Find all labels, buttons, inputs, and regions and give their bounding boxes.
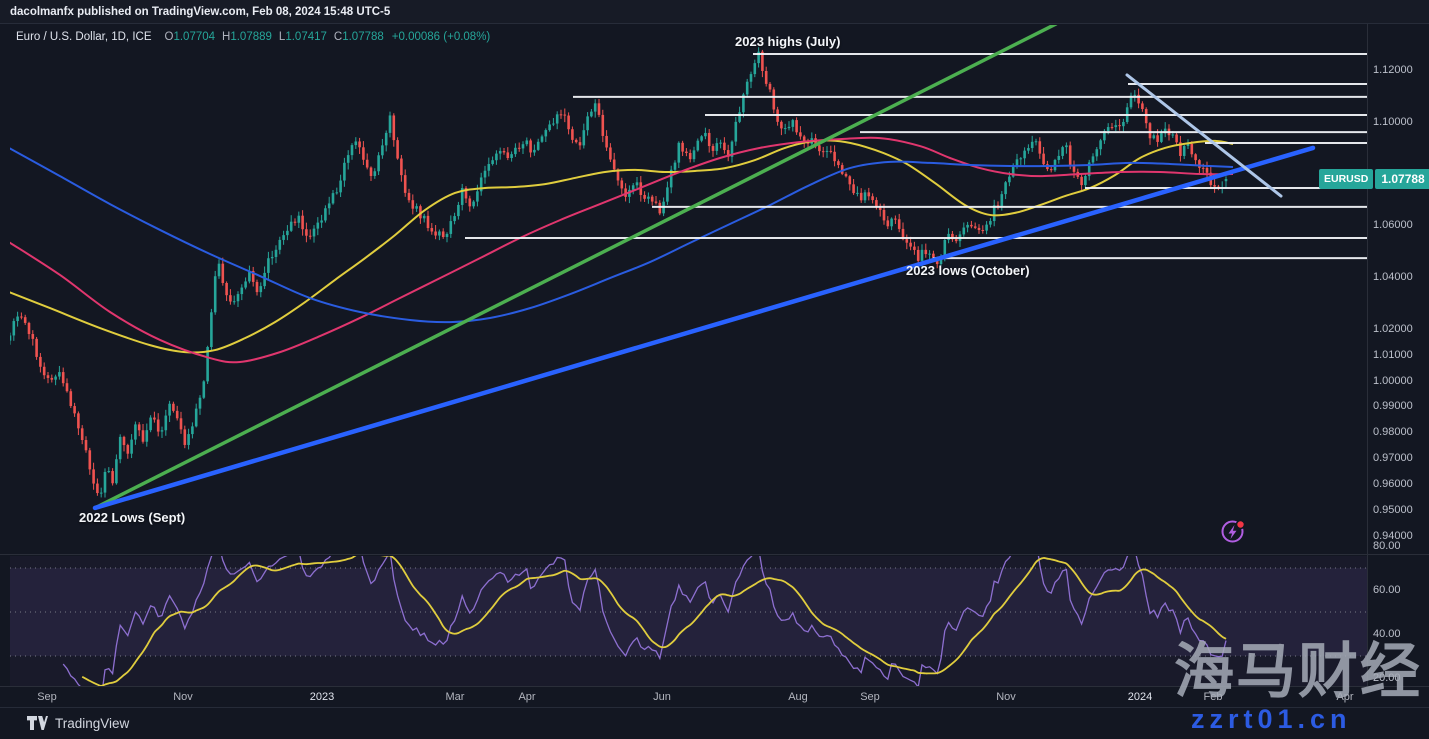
time-axis-label: Sep (860, 687, 880, 707)
price-axis-label: 0.99000 (1373, 400, 1413, 412)
chart-annotation: 2023 lows (October) (906, 263, 1030, 278)
price-axis-label: 0.95000 (1373, 504, 1413, 516)
chart-canvas[interactable]: Euro / U.S. Dollar, 1D, ICEO1.07704H1.07… (0, 0, 1429, 739)
time-axis-label: Nov (996, 687, 1016, 707)
last-price-tag: EURUSD 1.07788 (1319, 169, 1429, 189)
chart-annotation: 2023 highs (July) (735, 34, 840, 49)
chart-canvas-svg (0, 0, 1429, 739)
tradingview-logo-text[interactable]: TradingView (55, 716, 129, 731)
price-axis-label: 1.12000 (1373, 64, 1413, 76)
sma-slow-blue-line (9, 148, 1233, 322)
publish-line: dacolmanfx published on TradingView.com,… (10, 6, 390, 18)
ohlc-value-H: 1.07889 (230, 31, 272, 43)
price-axis-label: 1.04000 (1373, 271, 1413, 283)
time-axis-label: Apr (518, 687, 535, 707)
ohlc-key-C: C (334, 31, 342, 43)
lightning-icon-glyph (1219, 517, 1247, 545)
time-axis-label: Aug (788, 687, 808, 707)
publish-header: dacolmanfx published on TradingView.com,… (0, 0, 1429, 24)
time-axis-label: Sep (37, 687, 57, 707)
time-axis-label: Mar (446, 687, 465, 707)
time-axis-label: Nov (173, 687, 193, 707)
price-badge: 1.07788 (1375, 169, 1429, 189)
symbol-legend: Euro / U.S. Dollar, 1D, ICEO1.07704H1.07… (16, 31, 490, 43)
symbol-title: Euro / U.S. Dollar, 1D, ICE (16, 31, 152, 43)
watermark-url: zzrt01.cn (1191, 705, 1352, 735)
ohlc-values: O1.07704H1.07889L1.07417C1.07788 (158, 31, 384, 43)
change-value: +0.00086 (+0.08%) (392, 31, 490, 43)
tradingview-logo-icon[interactable] (27, 716, 48, 731)
ohlc-value-O: 1.07704 (173, 31, 215, 43)
price-axis-label: 1.01000 (1373, 349, 1413, 361)
lightning-icon[interactable] (1219, 517, 1247, 545)
time-axis-label: Jun (653, 687, 671, 707)
time-axis-label: 2023 (310, 687, 334, 707)
price-axis-label: 0.96000 (1373, 478, 1413, 490)
ohlc-value-C: 1.07788 (342, 31, 384, 43)
tradingview-screenshot: dacolmanfx published on TradingView.com,… (0, 0, 1429, 739)
price-axis-label: 1.02000 (1373, 323, 1413, 335)
time-axis-label: 2024 (1128, 687, 1152, 707)
price-axis-label: 1.10000 (1373, 116, 1413, 128)
chart-annotation: 2022 Lows (Sept) (79, 510, 185, 525)
ohlc-value-L: 1.07417 (285, 31, 327, 43)
rsi-axis-label: 80.00 (1373, 540, 1401, 552)
price-axis-label: 0.97000 (1373, 452, 1413, 464)
price-axis-label: 1.00000 (1373, 375, 1413, 387)
watermark-brand: 海马财经 (1174, 642, 1422, 702)
price-axis[interactable]: 1.12000 1.10000 1.06000 1.04000 1.02000 1.010… (1368, 24, 1429, 686)
price-axis-label: 0.98000 (1373, 426, 1413, 438)
rsi-axis-label: 60.00 (1373, 584, 1401, 596)
price-axis-label: 1.06000 (1373, 219, 1413, 231)
symbol-badge: EURUSD (1319, 169, 1373, 189)
